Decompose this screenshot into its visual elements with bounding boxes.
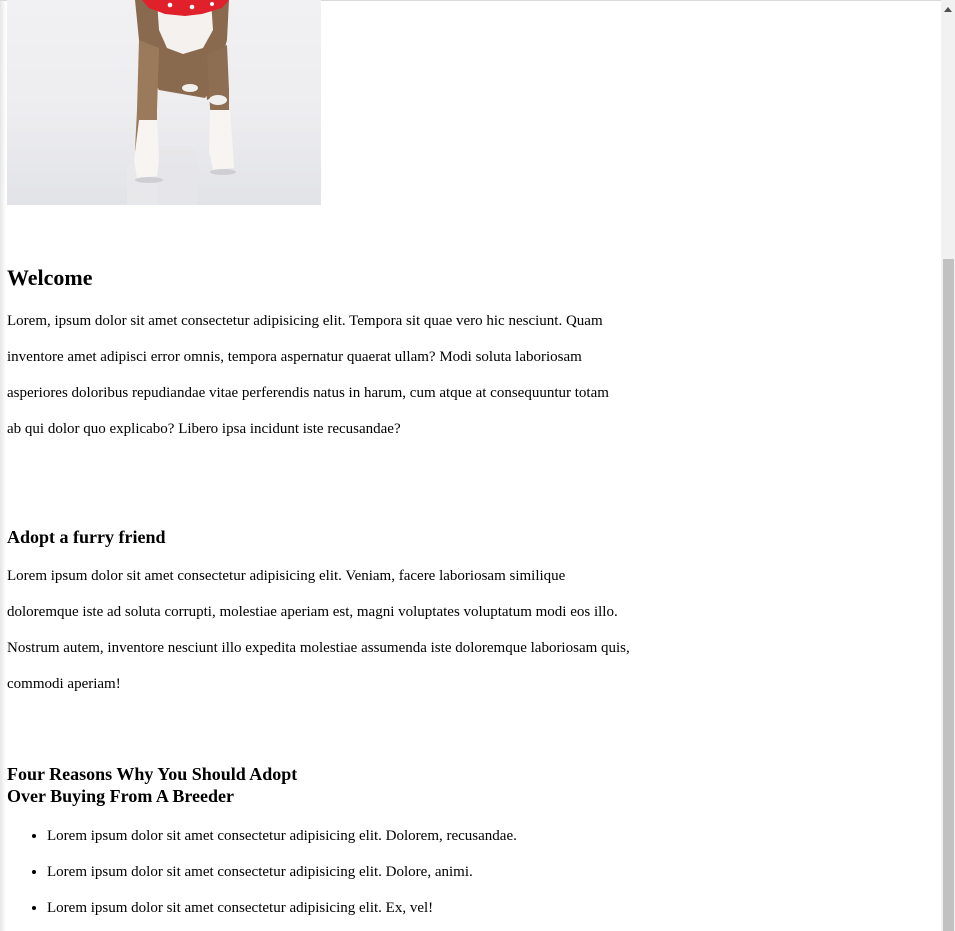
- triangle-up-icon: [944, 6, 952, 12]
- reasons-heading-line1: Four Reasons Why You Should Adopt: [7, 764, 298, 784]
- reasons-heading: Four Reasons Why You Should Adopt Over B…: [7, 763, 337, 807]
- scrollbar-thumb[interactable]: [943, 259, 954, 931]
- adopt-heading: Adopt a furry friend: [7, 527, 166, 547]
- vertical-scrollbar[interactable]: [941, 0, 955, 931]
- list-item: Lorem ipsum dolor sit amet consectetur a…: [47, 854, 647, 890]
- list-item: Lorem ipsum dolor sit amet consectetur a…: [47, 890, 647, 926]
- list-item: Lorem ipsum dolor sit amet consectetur a…: [47, 818, 647, 854]
- reasons-list: Lorem ipsum dolor sit amet consectetur a…: [7, 818, 647, 926]
- welcome-paragraph: Lorem, ipsum dolor sit amet consectetur …: [7, 313, 609, 437]
- welcome-heading: Welcome: [7, 265, 93, 290]
- reasons-heading-line2: Over Buying From A Breeder: [7, 786, 234, 806]
- dog-photo: [7, 0, 321, 205]
- page-content[interactable]: Welcome Lorem, ipsum dolor sit amet cons…: [7, 0, 941, 931]
- dog-illustration: [127, 0, 236, 205]
- adopt-paragraph: Lorem ipsum dolor sit amet consectetur a…: [7, 568, 630, 692]
- scroll-up-button[interactable]: [941, 0, 955, 18]
- page-edge-shadow: [0, 0, 6, 931]
